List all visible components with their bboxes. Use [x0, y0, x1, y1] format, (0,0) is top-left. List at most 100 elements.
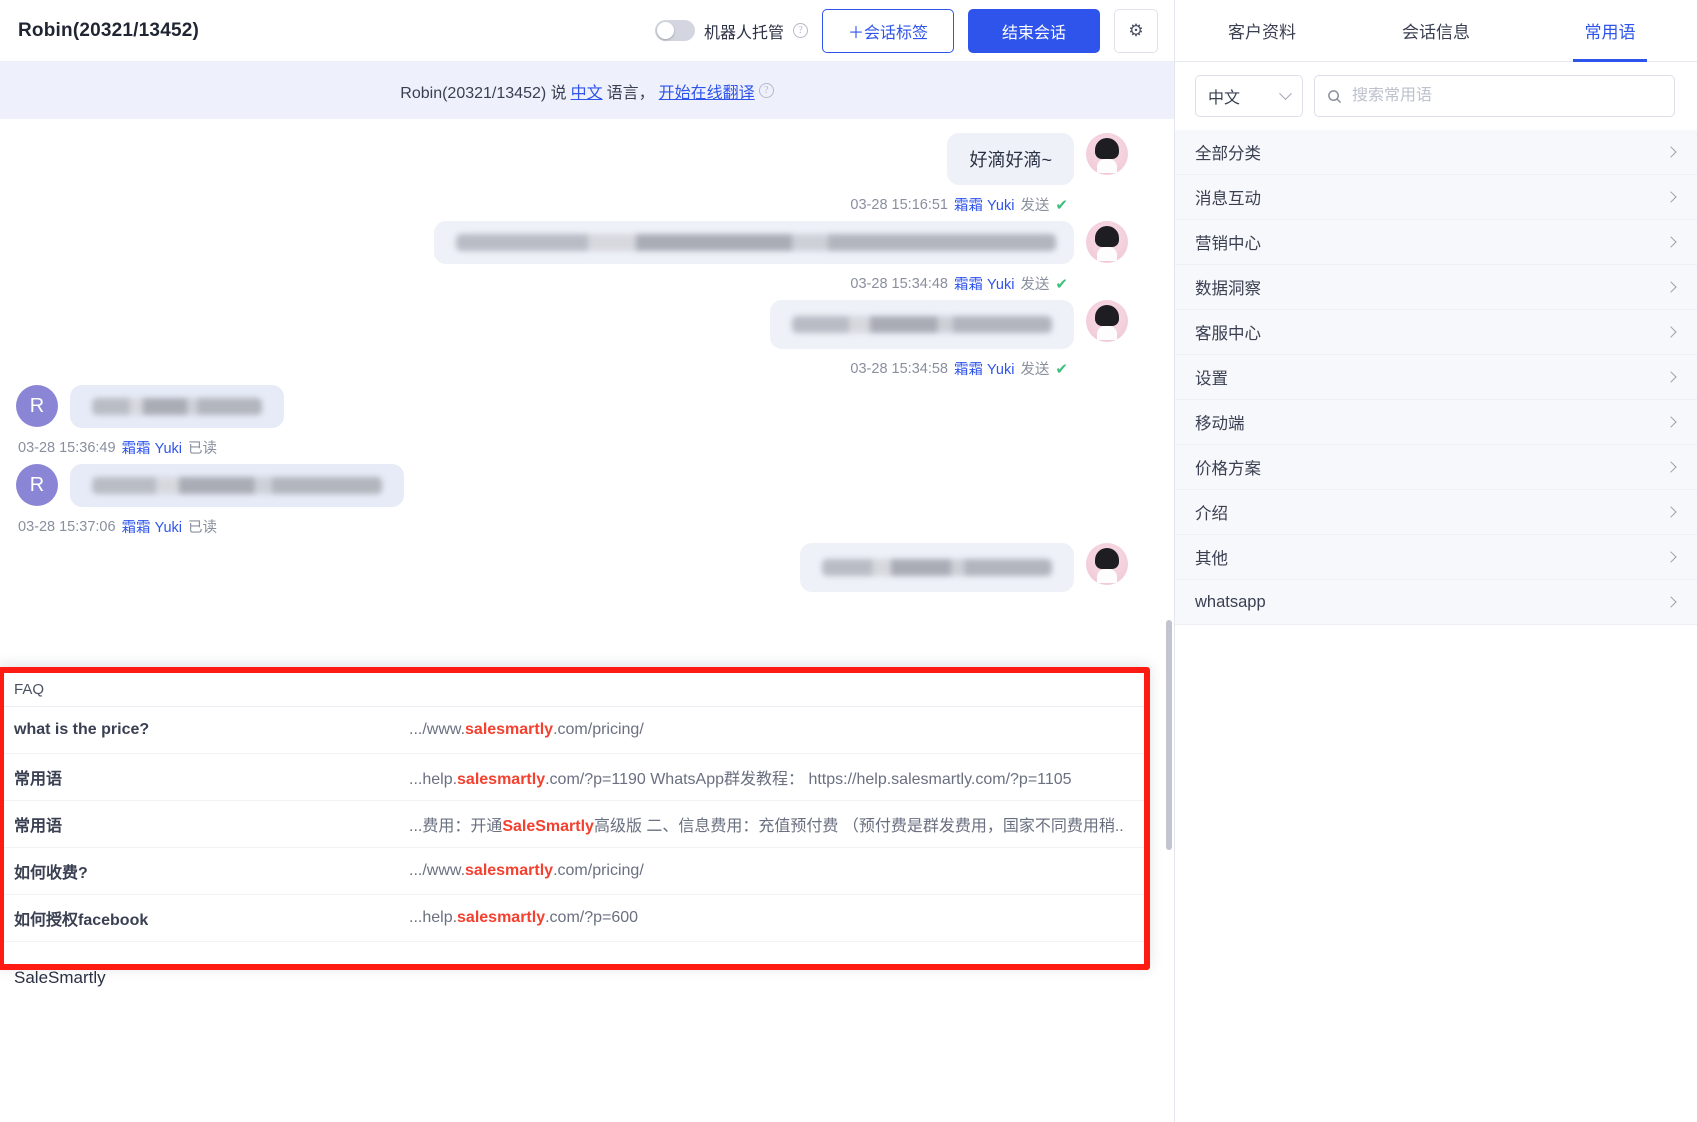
message-time: 03-28 15:34:48 — [850, 275, 948, 292]
translate-middle: 语言， — [606, 84, 655, 102]
tab-quick-replies[interactable]: 常用语 — [1523, 0, 1697, 61]
message-meta: 03-28 15:16:51 霜霜 Yuki 发送 ✔ — [850, 194, 1068, 215]
faq-question: what is the price? — [14, 721, 150, 738]
chevron-right-icon — [1665, 371, 1677, 383]
message-bubble[interactable] — [70, 464, 404, 507]
message-time: 03-28 15:37:06 — [18, 518, 116, 535]
message-bubble[interactable] — [770, 300, 1074, 349]
chevron-down-icon — [1279, 86, 1292, 100]
message-agent: 霜霜 Yuki — [953, 362, 1015, 378]
category-label: 移动端 — [1195, 415, 1245, 433]
category-item-message-interaction[interactable]: 消息互动 — [1175, 175, 1697, 220]
category-item-whatsapp[interactable]: whatsapp — [1175, 580, 1697, 625]
faq-answer-pre: ...help. — [409, 771, 458, 788]
translate-banner: Robin(20321/13452) 说 中文 语言， 开始在线翻译 ? — [0, 62, 1174, 119]
redacted-content — [456, 234, 1056, 251]
start-online-translate-link[interactable]: 开始在线翻译 — [659, 79, 755, 103]
sent-check-icon: ✔ — [1055, 196, 1068, 214]
category-label: 其他 — [1195, 550, 1228, 568]
faq-answer-post: .com/pricing/ — [553, 721, 644, 738]
sent-check-icon: ✔ — [1055, 360, 1068, 378]
end-session-button[interactable]: 结束会话 — [968, 8, 1100, 53]
faq-answer: ...help.salesmartly.com/?p=1190 WhatsApp… — [409, 765, 1072, 789]
translate-prefix: Robin(20321/13452) 说 — [400, 84, 567, 102]
redacted-content — [792, 316, 1052, 333]
faq-panel-footer-space — [4, 942, 1144, 964]
message-time: 03-28 15:34:58 — [850, 360, 948, 377]
robot-toggle-group[interactable]: 机器人托管 ? — [654, 19, 808, 43]
message-status: 发送 — [1020, 198, 1050, 214]
faq-row[interactable]: 常用语 ...费用：开通SaleSmartly高级版 二、信息费用：充值预付费 … — [4, 801, 1144, 848]
help-icon[interactable]: ? — [793, 23, 808, 38]
robot-托管-toggle[interactable] — [654, 20, 695, 41]
tab-customer-profile[interactable]: 客户资料 — [1175, 0, 1349, 61]
category-item-mobile[interactable]: 移动端 — [1175, 400, 1697, 445]
message-meta: 03-28 15:36:49 霜霜 Yuki 已读 — [18, 437, 278, 458]
category-item-other[interactable]: 其他 — [1175, 535, 1697, 580]
message-row: 好滴好滴~ 03-28 15:16:51 霜霜 Yuki 发送 ✔ — [0, 133, 1174, 215]
faq-answer-brand: SaleSmartly — [502, 818, 594, 835]
faq-answer-brand: salesmartly — [465, 721, 554, 738]
sent-check-icon: ✔ — [1055, 275, 1068, 293]
search-input[interactable] — [1352, 87, 1662, 105]
message-status: 已读 — [188, 520, 217, 536]
message-bubble[interactable] — [434, 221, 1074, 264]
language-link[interactable]: 中文 — [571, 79, 603, 103]
faq-row[interactable]: 如何收费? .../www.salesmartly.com/pricing/ — [4, 848, 1144, 895]
faq-answer-pre: ...费用：开通 — [409, 818, 503, 835]
gear-icon[interactable]: ⚙ — [1114, 8, 1158, 53]
right-panel-tabs: 客户资料 会话信息 常用语 — [1175, 0, 1697, 62]
tab-session-info[interactable]: 会话信息 — [1349, 0, 1523, 61]
category-item-all[interactable]: 全部分类 — [1175, 130, 1697, 175]
faq-answer-pre: ...help. — [409, 909, 458, 926]
category-item-intro[interactable]: 介绍 — [1175, 490, 1697, 535]
header-actions: 机器人托管 ? ＋会话标签 结束会话 ⚙ — [654, 8, 1158, 53]
search-icon — [1328, 89, 1342, 103]
quick-reply-search-bar: 中文 — [1175, 62, 1697, 130]
category-item-settings[interactable]: 设置 — [1175, 355, 1697, 400]
category-item-marketing-center[interactable]: 营销中心 — [1175, 220, 1697, 265]
message-agent: 霜霜 Yuki — [953, 277, 1015, 293]
category-label: 介绍 — [1195, 505, 1228, 523]
message-row: R 03-28 15:37:06 霜霜 Yuki 已读 — [0, 464, 1174, 537]
faq-answer: ...费用：开通SaleSmartly高级版 二、信息费用：充值预付费 （预付费… — [409, 812, 1124, 836]
faq-row[interactable]: 如何授权facebook ...help.salesmartly.com/?p=… — [4, 895, 1144, 942]
faq-question: 如何收费? — [14, 865, 88, 882]
message-agent: 霜霜 Yuki — [121, 441, 182, 457]
message-bubble[interactable]: 好滴好滴~ — [947, 133, 1074, 185]
faq-answer-post: .com/pricing/ — [553, 862, 644, 879]
message-bubble[interactable] — [70, 385, 284, 428]
chevron-right-icon — [1665, 191, 1677, 203]
faq-row[interactable]: 常用语 ...help.salesmartly.com/?p=1190 What… — [4, 754, 1144, 801]
help-icon[interactable]: ? — [758, 83, 774, 98]
search-field-wrapper[interactable] — [1314, 75, 1675, 117]
faq-answer-post: .com/?p=1190 WhatsApp群发教程： https://help.… — [545, 771, 1072, 788]
faq-answer: .../www.salesmartly.com/pricing/ — [409, 721, 644, 739]
category-list[interactable]: 全部分类 消息互动 营销中心 数据洞察 客服中心 设置 移动端 价格方案 介绍 … — [1175, 130, 1697, 1122]
message-agent: 霜霜 Yuki — [121, 520, 182, 536]
chevron-right-icon — [1665, 506, 1677, 518]
add-session-tag-button[interactable]: ＋会话标签 — [822, 8, 954, 53]
faq-row[interactable]: what is the price? .../www.salesmartly.c… — [4, 707, 1144, 754]
chevron-right-icon — [1665, 416, 1677, 428]
message-row — [0, 543, 1174, 592]
category-item-data-insight[interactable]: 数据洞察 — [1175, 265, 1697, 310]
redacted-content — [92, 398, 262, 415]
message-meta: 03-28 15:34:48 霜霜 Yuki 发送 ✔ — [850, 273, 1068, 294]
message-bubble[interactable] — [800, 543, 1074, 592]
category-label: 消息互动 — [1195, 190, 1261, 208]
page-title: Robin(20321/13452) — [18, 19, 200, 41]
faq-answer-post: 高级版 二、信息费用：充值预付费 （预付费是群发费用，国家不同费用稍.. — [593, 818, 1124, 835]
category-item-service-center[interactable]: 客服中心 — [1175, 310, 1697, 355]
message-status: 已读 — [188, 441, 217, 457]
category-item-pricing[interactable]: 价格方案 — [1175, 445, 1697, 490]
chat-header: Robin(20321/13452) 机器人托管 ? ＋会话标签 结束会话 ⚙ — [0, 0, 1174, 62]
language-select[interactable]: 中文 — [1195, 75, 1303, 117]
language-select-value: 中文 — [1208, 90, 1241, 107]
app-root: Robin(20321/13452) 机器人托管 ? ＋会话标签 结束会话 ⚙ … — [0, 0, 1697, 1122]
faq-answer-brand: salesmartly — [457, 909, 546, 926]
chevron-right-icon — [1665, 596, 1677, 608]
chat-scrollbar[interactable] — [1166, 620, 1172, 850]
avatar: R — [16, 385, 58, 427]
message-time: 03-28 15:36:49 — [18, 439, 116, 456]
